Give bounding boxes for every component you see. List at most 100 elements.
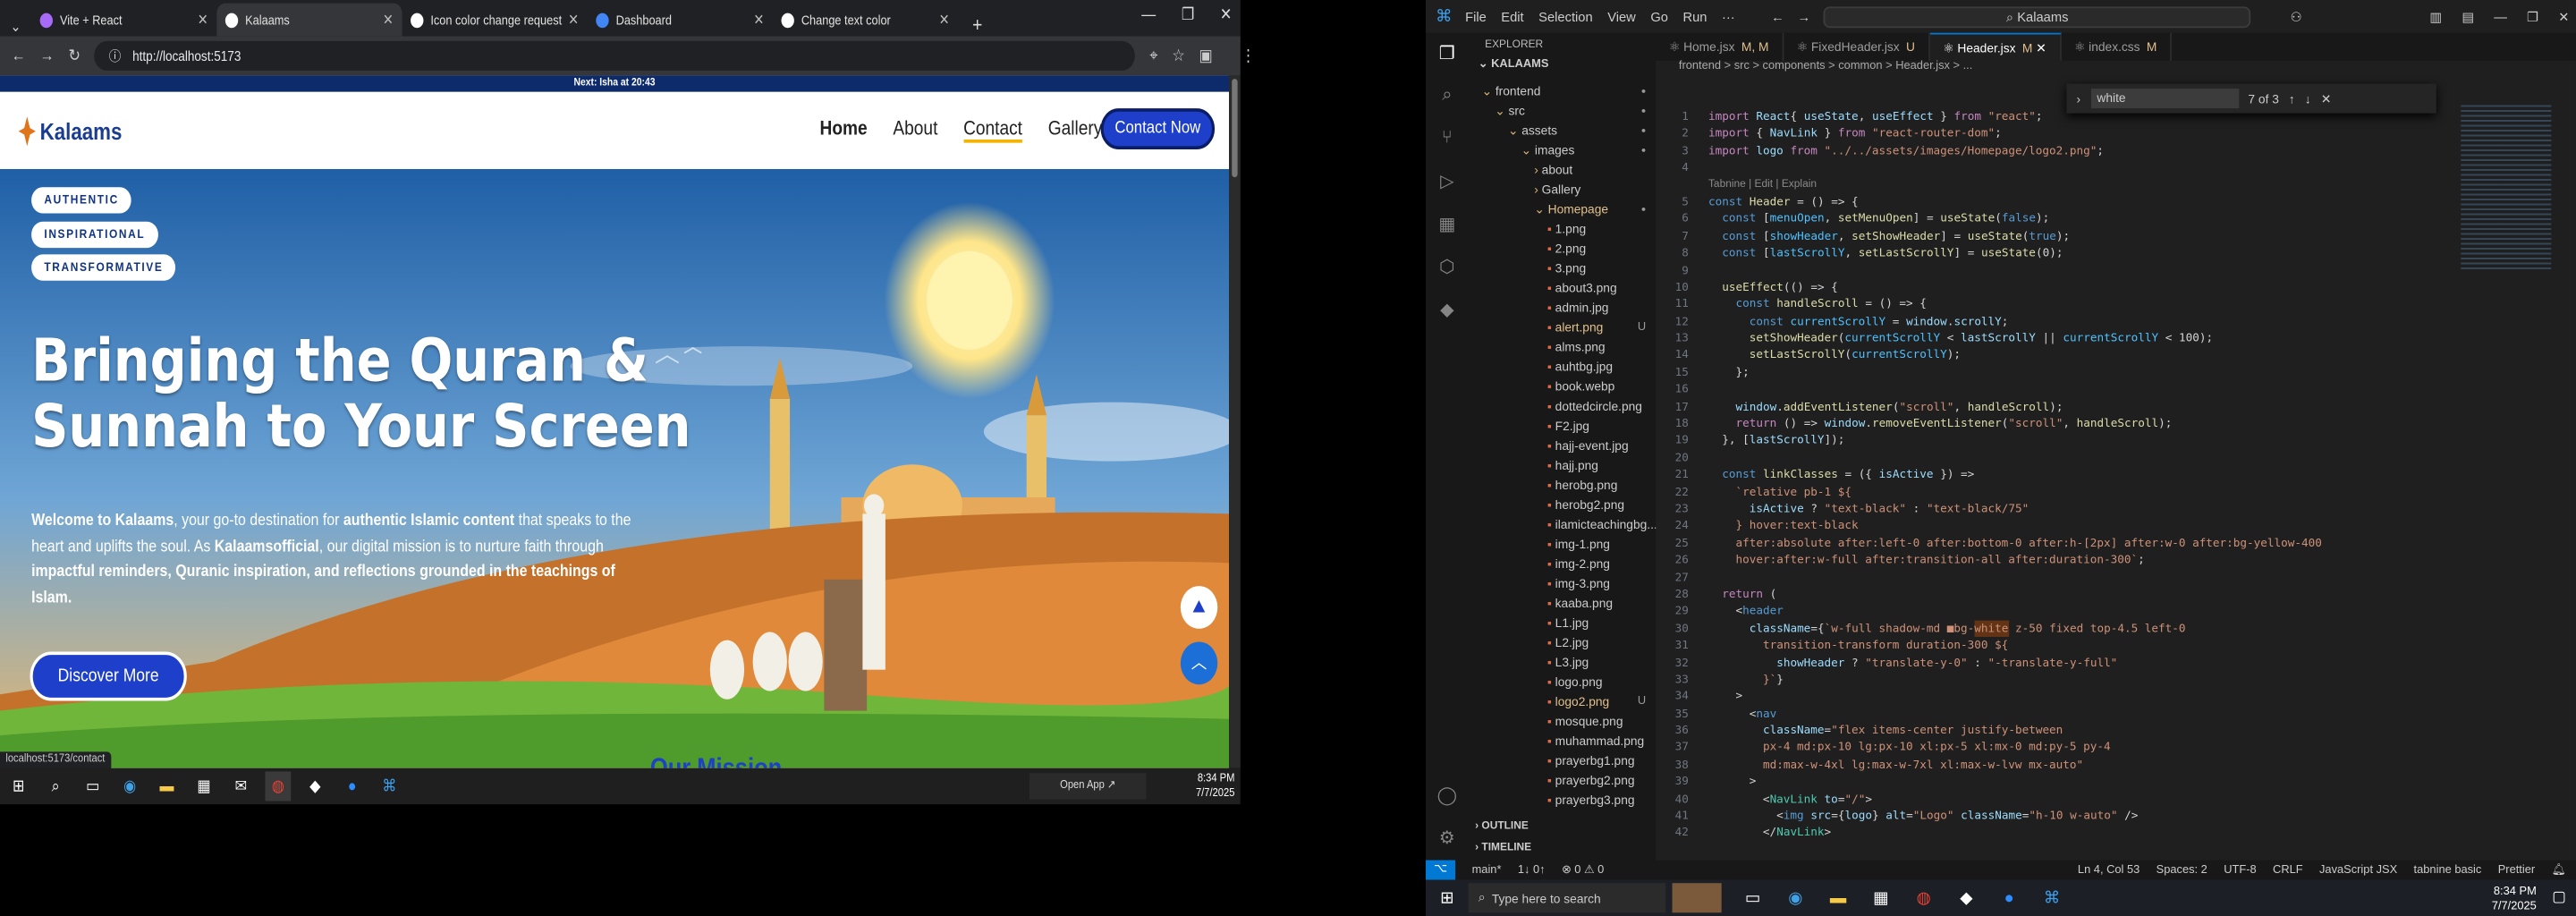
- extension-icon[interactable]: ▣: [1199, 47, 1213, 64]
- menu-item[interactable]: Edit: [1501, 9, 1523, 24]
- settings-gear-icon[interactable]: ⚙: [1436, 827, 1459, 851]
- browser-tab[interactable]: Change text color ✕: [773, 4, 958, 37]
- notification-center-icon[interactable]: ▢: [2552, 888, 2566, 906]
- tree-file[interactable]: ▪ auhtbg.jpg: [1469, 358, 1656, 377]
- run-debug-icon[interactable]: ▷: [1436, 171, 1459, 194]
- site-logo[interactable]: Kalaams: [17, 114, 122, 148]
- copilot-icon[interactable]: ⚇: [2291, 9, 2302, 24]
- tree-file[interactable]: ▪ herobg2.png: [1469, 496, 1656, 515]
- site-info-icon[interactable]: ⓘ: [109, 46, 122, 65]
- browser-tab[interactable]: Vite + React ✕: [31, 4, 216, 37]
- tree-file[interactable]: ▪ ilamicteachingbg...: [1469, 515, 1657, 535]
- notifications-icon[interactable]: 🔔︎: [2552, 863, 2566, 877]
- tab-close-icon[interactable]: ✕: [939, 11, 950, 29]
- prettier-status[interactable]: Prettier: [2498, 864, 2535, 876]
- tree-file[interactable]: ▪ img-2.png: [1469, 555, 1656, 574]
- tree-file[interactable]: ▪ muhammad.png: [1469, 732, 1656, 751]
- menu-item[interactable]: ···: [1722, 9, 1735, 24]
- tree-file[interactable]: ▪ L2.jpg: [1469, 633, 1656, 653]
- tab-close-icon[interactable]: ✕: [568, 11, 579, 29]
- restore-icon[interactable]: ❐: [2527, 9, 2538, 24]
- tree-file[interactable]: ▪ 1.png: [1469, 220, 1656, 240]
- tree-file[interactable]: ▪ F2.jpg: [1469, 417, 1656, 437]
- remote-status-icon[interactable]: ⌥: [1426, 860, 1456, 880]
- tree-file[interactable]: ▪ img-3.png: [1469, 574, 1656, 594]
- next-match-icon[interactable]: ↓: [2305, 91, 2311, 106]
- tabnine-status[interactable]: tabnine basic: [2414, 864, 2482, 876]
- tree-file[interactable]: ▪ book.webp: [1469, 377, 1656, 397]
- editor-tab[interactable]: ⚛ index.css M: [2061, 32, 2172, 61]
- tree-file[interactable]: ▪ kaaba.png: [1469, 594, 1656, 614]
- tree-file[interactable]: ▪ about3.png: [1469, 279, 1656, 299]
- start-icon[interactable]: ⊞: [5, 771, 31, 801]
- scroll-top-icon[interactable]: ︿: [1180, 641, 1218, 685]
- start-icon[interactable]: ⊞: [1432, 883, 1462, 912]
- tree-file[interactable]: ▪ 2.png: [1469, 240, 1656, 259]
- find-toggle-icon[interactable]: ›: [2076, 91, 2080, 106]
- cursor-position[interactable]: Ln 4, Col 53: [2078, 864, 2140, 876]
- taskbar-search-icon[interactable]: ⌕: [43, 771, 69, 801]
- contact-now-button[interactable]: Contact Now: [1100, 108, 1216, 149]
- project-root[interactable]: ⌄ KALAAMS: [1469, 55, 1656, 75]
- zoom-icon[interactable]: ●: [1995, 883, 2024, 912]
- browser-tab[interactable]: Dashboard ✕: [588, 4, 773, 37]
- tab-close-icon[interactable]: ✕: [753, 11, 764, 29]
- menu-item[interactable]: View: [1607, 9, 1636, 24]
- nav-gallery[interactable]: Gallery: [1048, 116, 1103, 142]
- browser-menu-icon[interactable]: ⋮: [1241, 47, 1256, 64]
- tree-folder[interactable]: ⌄ assets ●: [1469, 122, 1656, 141]
- menu-item[interactable]: Selection: [1538, 9, 1592, 24]
- command-center[interactable]: ⌕ Kalaams: [1823, 5, 2251, 28]
- store-icon[interactable]: ▦: [1866, 883, 1895, 912]
- discover-more-button[interactable]: Discover More: [30, 651, 187, 701]
- code-area[interactable]: 1 import React{ useState, useEffect } fro…: [1656, 108, 2576, 842]
- tabnine-icon[interactable]: ◆: [1436, 299, 1459, 322]
- nav-back-icon[interactable]: ←: [1771, 9, 1784, 24]
- eol[interactable]: CRLF: [2273, 864, 2303, 876]
- vscode-icon[interactable]: ⌘: [377, 771, 402, 801]
- layout-icon[interactable]: ▥: [2429, 9, 2442, 24]
- app-icon[interactable]: ◆: [1952, 883, 1981, 912]
- minimap[interactable]: [2461, 105, 2552, 269]
- editor-tab[interactable]: ⚛ Home.jsx M, M: [1656, 32, 1784, 61]
- chrome-icon[interactable]: ◍: [265, 771, 292, 802]
- timeline-section[interactable]: › TIMELINE: [1475, 842, 1531, 853]
- search-view-icon[interactable]: ⌕: [1436, 85, 1459, 108]
- tree-file[interactable]: ▪ alert.png U: [1469, 318, 1656, 338]
- problems[interactable]: ⊗ 0 ⚠ 0: [1562, 863, 1604, 877]
- menu-item[interactable]: Go: [1650, 9, 1668, 24]
- menu-item[interactable]: Run: [1682, 9, 1707, 24]
- tab-close-icon[interactable]: ✕: [383, 11, 394, 29]
- new-tab-icon[interactable]: +: [972, 13, 982, 37]
- tree-folder[interactable]: ⌄ images ●: [1469, 141, 1656, 161]
- tree-folder[interactable]: › about: [1469, 161, 1656, 181]
- tree-file[interactable]: ▪ herobg.png: [1469, 476, 1656, 496]
- edge-icon[interactable]: ◉: [1781, 883, 1810, 912]
- taskbar-search-box[interactable]: ⌕ Type here to search: [1468, 883, 1666, 913]
- tree-file[interactable]: ▪ img-1.png: [1469, 535, 1656, 555]
- open-app-button[interactable]: Open App ↗: [1029, 773, 1147, 800]
- reload-icon[interactable]: ↻: [69, 47, 80, 64]
- prev-match-icon[interactable]: ↑: [2289, 91, 2295, 106]
- maximize-icon[interactable]: ❐: [1182, 6, 1194, 24]
- zoom-icon[interactable]: ●: [339, 771, 365, 801]
- tree-file[interactable]: ▪ dottedcircle.png: [1469, 397, 1656, 417]
- back-icon[interactable]: ←: [12, 47, 26, 64]
- file-explorer-icon[interactable]: ▬: [154, 771, 180, 801]
- language[interactable]: JavaScript JSX: [2319, 864, 2397, 876]
- tree-file[interactable]: ▪ L1.jpg: [1469, 614, 1656, 633]
- tab-search-icon[interactable]: ⌄: [0, 18, 31, 36]
- tree-file[interactable]: ▪ hajj-event.jpg: [1469, 437, 1656, 456]
- encoding[interactable]: UTF-8: [2224, 864, 2256, 876]
- omnibox[interactable]: ⓘ http://localhost:5173: [94, 40, 1136, 71]
- forward-icon[interactable]: →: [40, 47, 55, 64]
- tree-file[interactable]: ▪ logo.png: [1469, 673, 1656, 692]
- page-scrollbar[interactable]: [1229, 75, 1241, 768]
- branch[interactable]: main*: [1472, 864, 1502, 876]
- editor-tab[interactable]: ⚛ Header.jsx M ✕: [1929, 32, 2062, 61]
- browser-tab[interactable]: Icon color change request ✕: [402, 4, 588, 37]
- chat-icon[interactable]: ⛰: [1180, 586, 1218, 629]
- sync[interactable]: 1↓ 0↑: [1518, 864, 1546, 876]
- tree-file[interactable]: ▪ admin.jpg: [1469, 299, 1656, 318]
- tree-file[interactable]: ▪ alms.png: [1469, 338, 1656, 358]
